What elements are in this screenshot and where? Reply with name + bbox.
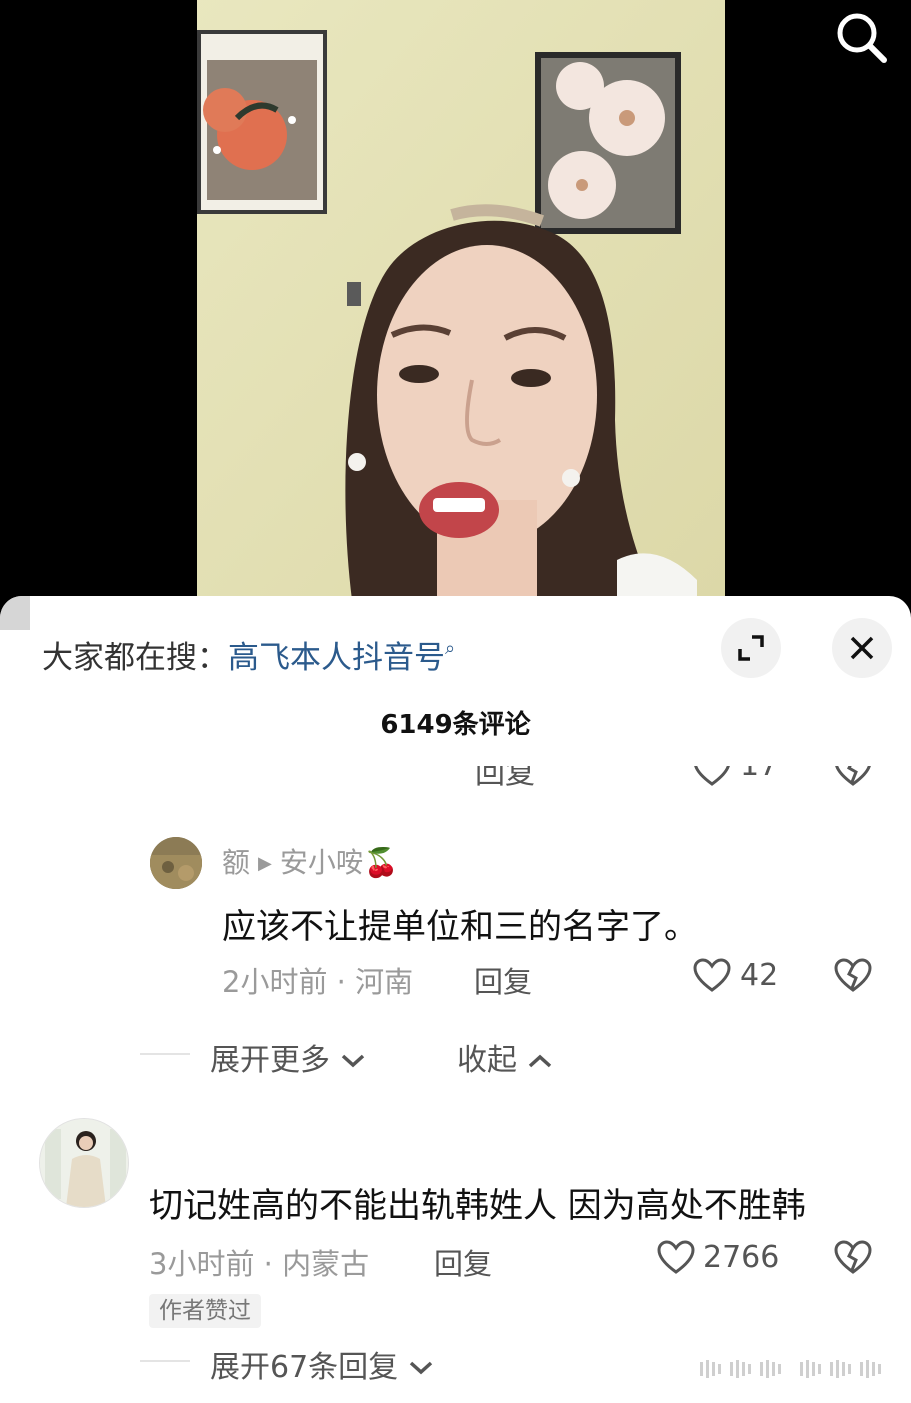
heart-icon[interactable] bbox=[692, 956, 732, 996]
hot-search-keyword[interactable]: 高飞本人抖音号 bbox=[228, 640, 445, 676]
like-count: 17 bbox=[740, 766, 778, 783]
comment-text: 切记姓高的不能出轨韩姓人 因为高处不胜韩 bbox=[149, 1186, 806, 1226]
avatar-image bbox=[150, 837, 202, 889]
reply-arrow-icon: ▶ bbox=[258, 853, 272, 874]
collapse-button[interactable]: 收起 bbox=[457, 1035, 553, 1079]
avatar-image bbox=[40, 1119, 128, 1207]
video-still bbox=[197, 0, 725, 600]
chevron-down-icon bbox=[409, 1361, 432, 1375]
expand-button[interactable] bbox=[721, 618, 781, 678]
dislike-icon[interactable] bbox=[833, 1238, 873, 1278]
chevron-down-icon bbox=[341, 1054, 364, 1068]
comment-meta: 2小时前 · 河南 bbox=[222, 965, 414, 999]
like-count: 42 bbox=[740, 958, 779, 993]
reply-author[interactable]: 额 bbox=[222, 846, 250, 879]
heart-icon[interactable] bbox=[692, 766, 732, 790]
username-redacted[interactable] bbox=[0, 596, 30, 630]
search-small-icon: ⌕ bbox=[445, 638, 456, 659]
divider bbox=[140, 1360, 190, 1362]
dislike-icon[interactable] bbox=[833, 766, 873, 790]
author-liked-badge: 作者赞过 bbox=[149, 1294, 261, 1328]
hot-search-prefix: 大家都在搜： bbox=[42, 640, 228, 676]
dislike-icon[interactable] bbox=[833, 956, 873, 996]
like-count: 2766 bbox=[703, 1240, 780, 1275]
avatar[interactable] bbox=[39, 1118, 129, 1208]
reply-usernames[interactable]: 额 ▶ 安小咹🍒 bbox=[222, 841, 399, 881]
clipped-comment-row: 回复 17 bbox=[0, 766, 911, 800]
expand-replies-label: 展开67条回复 bbox=[210, 1350, 399, 1385]
video-frame bbox=[197, 0, 725, 600]
expand-replies-button[interactable]: 展开67条回复 bbox=[210, 1342, 434, 1386]
search-button[interactable] bbox=[830, 6, 894, 70]
close-icon bbox=[850, 636, 874, 660]
collapse-label: 收起 bbox=[457, 1043, 517, 1078]
heart-icon[interactable] bbox=[656, 1238, 696, 1278]
divider bbox=[140, 1053, 190, 1055]
comment-sheet: 大家都在搜：高飞本人抖音号⌕ 6149条评论 回复 17 bbox=[0, 596, 911, 1403]
reply-target-user[interactable]: 安小咹🍒 bbox=[280, 846, 399, 879]
expand-icon bbox=[738, 635, 764, 661]
comment-text: 应该不让提单位和三的名字了。 bbox=[222, 907, 698, 947]
close-button[interactable] bbox=[832, 618, 892, 678]
reply-button[interactable]: 回复 bbox=[474, 959, 532, 1001]
search-icon bbox=[837, 13, 887, 63]
expand-more-label: 展开更多 bbox=[210, 1043, 330, 1078]
expand-more-button[interactable]: 展开更多 bbox=[210, 1035, 366, 1079]
avatar[interactable] bbox=[150, 837, 202, 889]
reply-button[interactable]: 回复 bbox=[434, 1241, 492, 1283]
hot-search-bar[interactable]: 大家都在搜：高飞本人抖音号⌕ bbox=[42, 632, 455, 677]
reply-button[interactable]: 回复 bbox=[475, 766, 535, 792]
watermark-logo bbox=[700, 1360, 881, 1378]
comment-meta: 3小时前 · 内蒙古 bbox=[149, 1247, 370, 1281]
comment-count: 6149条评论 bbox=[380, 710, 531, 740]
chevron-up-icon bbox=[528, 1054, 551, 1068]
video-player[interactable] bbox=[0, 0, 911, 600]
